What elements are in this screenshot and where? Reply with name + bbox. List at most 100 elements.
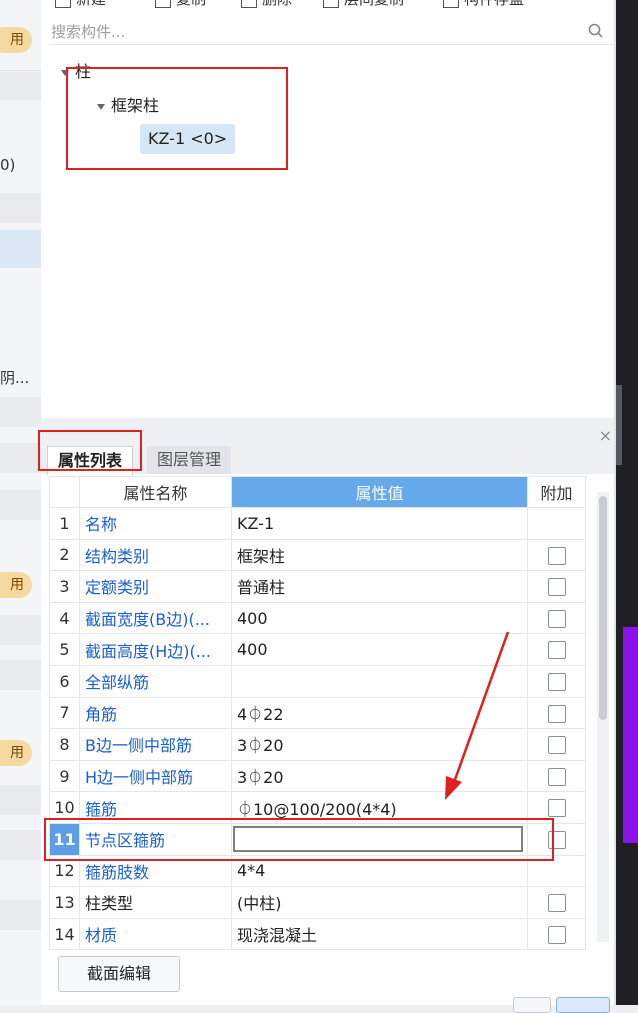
search-bar (49, 20, 615, 45)
table-row[interactable]: 4 截面宽度(B边)(... 400 (49, 601, 586, 635)
left-panel-strip: 用 0) 阴... 用 用 (0, 0, 42, 1005)
annotation-box-tab (38, 430, 142, 471)
row-number: 3 (49, 570, 80, 603)
status-badge: 用 (0, 572, 32, 598)
extra-checkbox[interactable] (547, 641, 566, 660)
row-number: 7 (49, 696, 80, 730)
divider (0, 70, 41, 71)
left-row-band (0, 900, 41, 930)
scrollbar-thumb[interactable] (599, 496, 607, 720)
copy-button[interactable]: 复制 (155, 0, 206, 9)
property-name[interactable]: 全部纵筋 (79, 664, 232, 698)
collapse-handle[interactable] (616, 385, 622, 465)
delete-button[interactable]: 删除 (241, 0, 292, 9)
property-value[interactable]: (中柱) (231, 886, 528, 919)
left-row-band (0, 490, 41, 520)
annotation-box-row (44, 818, 554, 861)
table-row[interactable]: 6 全部纵筋 (49, 664, 586, 698)
new-icon (55, 0, 71, 8)
property-name[interactable]: 定额类别 (79, 570, 232, 603)
panel-splitter[interactable] (41, 418, 616, 426)
property-value[interactable]: 4⏀22 (231, 696, 528, 730)
save-component-button[interactable]: 构件存盘 (443, 0, 524, 9)
close-icon[interactable]: × (599, 426, 612, 445)
row-number: 5 (49, 633, 80, 666)
delete-icon (241, 0, 257, 8)
dialog-primary-button[interactable] (556, 997, 610, 1013)
extra-checkbox[interactable] (547, 799, 566, 818)
property-value[interactable]: 框架柱 (231, 538, 528, 572)
toolbar: 新建 复制 删除 层间复制 构件存盘 (41, 0, 616, 10)
background-window-edge (616, 0, 638, 1005)
extra-checkbox[interactable] (547, 609, 566, 628)
table-row[interactable]: 13 柱类型 (中柱) (49, 886, 586, 919)
property-value[interactable]: 400 (231, 601, 528, 635)
extra-checkbox[interactable] (547, 546, 566, 565)
row-number: 9 (49, 759, 80, 793)
property-name[interactable]: 柱类型 (79, 886, 232, 919)
property-name[interactable]: 名称 (79, 507, 232, 540)
table-row[interactable]: 9 H边一侧中部筋 3⏀20 (49, 759, 586, 793)
header-name[interactable]: 属性名称 (79, 476, 232, 508)
left-item-text: 0) (0, 156, 16, 174)
property-name[interactable]: 角筋 (79, 696, 232, 730)
extra-checkbox[interactable] (547, 925, 566, 944)
property-value[interactable]: 普通柱 (231, 570, 528, 603)
layer-copy-button[interactable]: 层间复制 (323, 0, 404, 9)
layer-copy-icon (323, 0, 339, 8)
table-row[interactable]: 7 角筋 4⏀22 (49, 696, 586, 730)
extra-checkbox[interactable] (547, 704, 566, 723)
table-row[interactable]: 2 结构类别 框架柱 (49, 538, 586, 572)
property-value[interactable]: 400 (231, 633, 528, 666)
property-name[interactable]: 截面宽度(B边)(... (79, 601, 232, 635)
table-row[interactable]: 1 名称 KZ-1 (49, 507, 586, 540)
section-edit-button[interactable]: 截面编辑 (58, 956, 180, 992)
new-button[interactable]: 新建 (55, 0, 106, 9)
tab-layers[interactable]: 图层管理 (147, 446, 232, 474)
extra-cell (527, 507, 586, 540)
save-icon (443, 0, 459, 8)
table-row[interactable]: 3 定额类别 普通柱 (49, 570, 586, 603)
property-value[interactable]: KZ-1 (231, 507, 528, 540)
header-extra[interactable]: 附加 (527, 476, 586, 508)
table-row[interactable]: 14 材质 现浇混凝土 (49, 917, 586, 951)
row-number: 8 (49, 728, 80, 761)
table-row[interactable]: 8 B边一侧中部筋 3⏀20 (49, 728, 586, 761)
left-row-band (0, 615, 41, 645)
property-name[interactable]: 截面高度(H边)(... (79, 633, 232, 666)
extra-checkbox[interactable] (547, 736, 566, 755)
left-row-band (0, 72, 41, 100)
left-row-band (0, 193, 41, 223)
left-row-band (0, 830, 41, 860)
table-scrollbar[interactable] (597, 492, 609, 942)
extra-checkbox[interactable] (547, 578, 566, 597)
table-header-row: 属性名称 属性值 附加 (49, 476, 586, 508)
property-value[interactable]: 3⏀20 (231, 759, 528, 793)
row-number: 1 (49, 507, 80, 540)
property-value[interactable] (231, 664, 528, 698)
extra-checkbox[interactable] (547, 894, 566, 913)
property-value[interactable]: 3⏀20 (231, 728, 528, 761)
search-icon[interactable] (587, 22, 605, 40)
row-number: 6 (49, 664, 80, 698)
dialog-button[interactable] (513, 997, 551, 1013)
status-badge: 用 (0, 27, 32, 53)
left-row-band (0, 785, 41, 815)
property-name[interactable]: B边一侧中部筋 (79, 728, 232, 761)
table-row[interactable]: 5 截面高度(H边)(... 400 (49, 633, 586, 666)
left-item-text: 阴... (0, 369, 30, 387)
left-row-band (0, 397, 41, 427)
header-num (49, 476, 80, 508)
row-number: 4 (49, 601, 80, 635)
left-selected-row[interactable] (0, 230, 41, 268)
search-input[interactable] (51, 20, 581, 44)
row-number: 13 (49, 886, 80, 919)
background-app-accent (623, 627, 638, 843)
extra-checkbox[interactable] (547, 767, 566, 786)
property-value[interactable]: 现浇混凝土 (231, 917, 528, 951)
property-name[interactable]: 材质 (79, 917, 232, 951)
property-name[interactable]: H边一侧中部筋 (79, 759, 232, 793)
header-value[interactable]: 属性值 (231, 476, 528, 508)
property-name[interactable]: 结构类别 (79, 538, 232, 572)
extra-checkbox[interactable] (547, 673, 566, 692)
